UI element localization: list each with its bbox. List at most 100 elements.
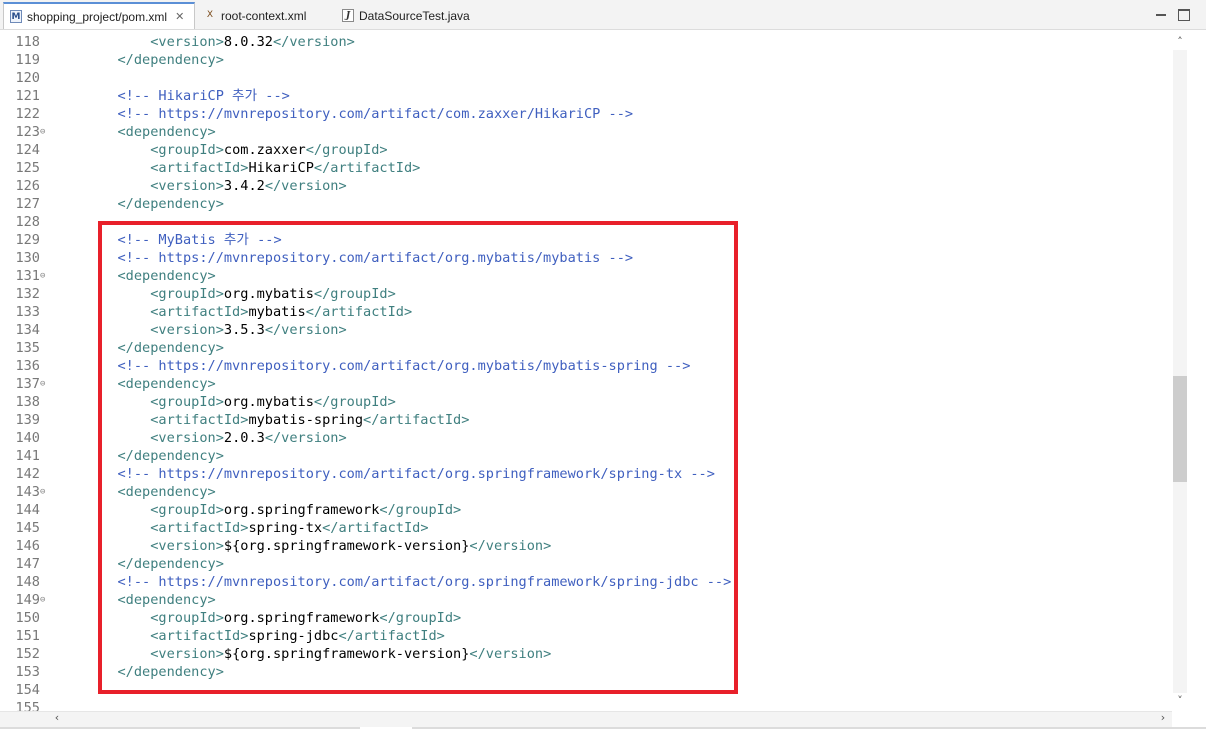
code-line[interactable]: 125 <artifactId>HikariCP</artifactId> — [0, 159, 1172, 177]
fold-toggle-icon[interactable]: ⊖ — [40, 592, 49, 608]
xml-tag: <dependency> — [117, 124, 216, 140]
code-line[interactable]: 131 ⊖ <dependency> — [0, 267, 1172, 285]
code-text: <artifactId>mybatis-spring</artifactId> — [52, 411, 469, 429]
xml-comment: <!-- https://mvnrepository.com/artifact/… — [117, 466, 715, 482]
scroll-down-icon[interactable]: ˅ — [1173, 695, 1187, 707]
code-line[interactable]: 151 <artifactId>spring-jdbc</artifactId> — [0, 627, 1172, 645]
maximize-icon[interactable] — [1178, 9, 1190, 21]
code-text: <dependency> — [52, 123, 216, 141]
line-number: 123 — [15, 124, 40, 140]
code-text: </dependency> — [52, 339, 223, 357]
xml-tag: <artifactId> — [150, 412, 249, 428]
xml-context-file-icon: X — [206, 10, 214, 20]
xml-tag: <version> — [150, 430, 224, 446]
code-line[interactable]: 122 <!-- https://mvnrepository.com/artif… — [0, 105, 1172, 123]
code-line[interactable]: 124 <groupId>com.zaxxer</groupId> — [0, 141, 1172, 159]
line-number: 132 — [15, 286, 40, 302]
code-line[interactable]: 140 <version>2.0.3</version> — [0, 429, 1172, 447]
xml-tag: </version> — [264, 178, 347, 194]
code-line[interactable]: 144 <groupId>org.springframework</groupI… — [0, 501, 1172, 519]
xml-tag: <version> — [150, 646, 224, 662]
xml-source-editor[interactable]: 118 <version>8.0.32</version> 119 </depen… — [0, 30, 1172, 711]
xml-comment: <!-- https://mvnrepository.com/artifact/… — [117, 574, 732, 590]
tab-datasourcetest-java[interactable]: J DataSourceTest.java — [336, 2, 486, 29]
minimize-icon[interactable] — [1155, 9, 1167, 21]
scroll-right-icon[interactable]: › — [1156, 712, 1170, 724]
xml-tag: </artifactId> — [338, 628, 445, 644]
code-line[interactable]: 129 <!-- MyBatis 추가 --> — [0, 231, 1172, 249]
line-number: 136 — [15, 358, 40, 374]
code-text: <artifactId>spring-tx</artifactId> — [52, 519, 428, 537]
line-number: 145 — [15, 520, 40, 536]
code-text: </dependency> — [52, 555, 223, 573]
code-line[interactable]: 121 <!-- HikariCP 추가 --> — [0, 87, 1172, 105]
fold-toggle-icon[interactable]: ⊖ — [40, 268, 49, 284]
xml-text — [52, 394, 150, 410]
code-text: <!-- https://mvnrepository.com/artifact/… — [52, 249, 633, 267]
code-line[interactable]: 139 <artifactId>mybatis-spring</artifact… — [0, 411, 1172, 429]
code-text: <version>3.5.3</version> — [52, 321, 347, 339]
code-line[interactable]: 134 <version>3.5.3</version> — [0, 321, 1172, 339]
code-line[interactable]: 120 — [0, 69, 1172, 87]
code-line[interactable]: 154 — [0, 681, 1172, 699]
fold-toggle-icon[interactable]: ⊖ — [40, 376, 49, 392]
line-number: 146 — [15, 538, 40, 554]
line-number: 120 — [15, 70, 40, 86]
line-number: 133 — [15, 304, 40, 320]
scroll-up-icon[interactable]: ˄ — [1173, 36, 1187, 48]
xml-text — [52, 664, 117, 680]
xml-tag: <groupId> — [150, 610, 224, 626]
xml-text: ${org.springframework-version} — [223, 646, 470, 662]
xml-tag: </version> — [264, 322, 347, 338]
xml-comment: <!-- https://mvnrepository.com/artifact/… — [117, 250, 634, 266]
code-line[interactable]: 148 <!-- https://mvnrepository.com/artif… — [0, 573, 1172, 591]
close-icon[interactable]: ✕ — [175, 10, 184, 23]
code-line[interactable]: 145 <artifactId>spring-tx</artifactId> — [0, 519, 1172, 537]
tab-pom-xml[interactable]: M shopping_project/pom.xml ✕ — [3, 2, 195, 29]
code-line[interactable]: 127 </dependency> — [0, 195, 1172, 213]
code-text: <dependency> — [52, 267, 215, 285]
tab-root-context-xml[interactable]: X root-context.xml — [198, 2, 333, 29]
code-line[interactable]: 132 <groupId>org.mybatis</groupId> — [0, 285, 1172, 303]
fold-toggle-icon[interactable]: ⊖ — [40, 124, 49, 140]
code-line[interactable]: 137 ⊖ <dependency> — [0, 375, 1172, 393]
line-number: 150 — [15, 610, 40, 626]
code-line[interactable]: 138 <groupId>org.mybatis</groupId> — [0, 393, 1172, 411]
code-line[interactable]: 123 ⊖ <dependency> — [0, 123, 1172, 141]
code-text: <groupId>org.springframework</groupId> — [52, 609, 461, 627]
code-line[interactable]: 136 <!-- https://mvnrepository.com/artif… — [0, 357, 1172, 375]
vertical-scrollbar-track[interactable] — [1173, 50, 1187, 693]
code-line[interactable]: 150 <groupId>org.springframework</groupI… — [0, 609, 1172, 627]
code-line[interactable]: 142 <!-- https://mvnrepository.com/artif… — [0, 465, 1172, 483]
xml-comment: <!-- https://mvnrepository.com/artifact/… — [117, 106, 634, 122]
code-line[interactable]: 143 ⊖ <dependency> — [0, 483, 1172, 501]
xml-tag: </groupId> — [313, 394, 396, 410]
xml-text: ${org.springframework-version} — [223, 538, 470, 554]
xml-text — [52, 286, 150, 302]
code-line[interactable]: 153 </dependency> — [0, 663, 1172, 681]
line-number: 130 — [15, 250, 40, 266]
code-line[interactable]: 135 </dependency> — [0, 339, 1172, 357]
code-line[interactable]: 152 <version>${org.springframework-versi… — [0, 645, 1172, 663]
code-line[interactable]: 130 <!-- https://mvnrepository.com/artif… — [0, 249, 1172, 267]
code-line[interactable]: 149 ⊖ <dependency> — [0, 591, 1172, 609]
code-line[interactable]: 146 <version>${org.springframework-versi… — [0, 537, 1172, 555]
code-text: <dependency> — [52, 483, 215, 501]
fold-toggle-icon[interactable]: ⊖ — [40, 484, 49, 500]
code-line[interactable]: 133 <artifactId>mybatis</artifactId> — [0, 303, 1172, 321]
xml-tag: <artifactId> — [150, 520, 249, 536]
xml-text — [52, 52, 117, 68]
code-line[interactable]: 141 </dependency> — [0, 447, 1172, 465]
code-line[interactable]: 118 <version>8.0.32</version> — [0, 33, 1172, 51]
code-text: <version>2.0.3</version> — [52, 429, 346, 447]
xml-text — [52, 178, 150, 194]
code-line[interactable]: 126 <version>3.4.2</version> — [0, 177, 1172, 195]
code-line[interactable]: 128 — [0, 213, 1172, 231]
xml-text: org.mybatis — [223, 394, 314, 410]
vertical-scrollbar-thumb[interactable] — [1173, 376, 1187, 482]
code-line[interactable]: 155 — [0, 699, 1172, 711]
line-number: 140 — [15, 430, 40, 446]
code-line[interactable]: 119 </dependency> — [0, 51, 1172, 69]
code-line[interactable]: 147 </dependency> — [0, 555, 1172, 573]
scroll-left-icon[interactable]: ‹ — [50, 712, 64, 724]
